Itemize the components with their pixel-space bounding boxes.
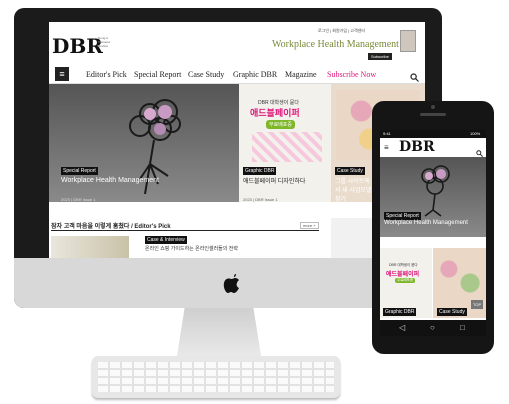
desktop-logo-sub: Dong-A Business Review	[98, 36, 111, 48]
hero-mid-title[interactable]: 애드블페이퍼 디자인하다	[243, 176, 327, 185]
phone-logo[interactable]: DBR	[399, 139, 435, 155]
hero-mid-category: Graphic DBR	[243, 167, 277, 175]
phone-mid-top: DBR 대학생이 묻다	[389, 263, 418, 267]
nav-case-study[interactable]: Case Study	[188, 70, 224, 79]
feature-thumbnail[interactable]	[51, 236, 129, 258]
phone-speaker	[420, 113, 446, 116]
hero-right-category: Case Study	[335, 167, 365, 175]
hero-left-category: Special Report	[61, 167, 98, 175]
nav-editors-pick[interactable]: Editor's Pick	[86, 70, 127, 79]
hero-mid-meta: 2023 | DBR Issue 1	[243, 197, 278, 202]
phone-cat-graphic: Graphic DBR	[383, 308, 417, 316]
phone-status-time: 9:41	[383, 131, 391, 136]
home-icon[interactable]: ○	[430, 323, 435, 332]
banner-title: Workplace Health Management	[272, 39, 399, 50]
hero-left-title[interactable]: Workplace Health Management	[61, 177, 159, 184]
feature-category: Case & Interview	[145, 236, 187, 244]
phone-cat-case: Case Study	[437, 308, 467, 316]
section-more-link[interactable]: more +	[300, 222, 319, 229]
phone-hero-art	[405, 158, 465, 218]
nav-magazine[interactable]: Magazine	[285, 70, 317, 79]
phone-mid-headline: 애드블페이퍼	[386, 272, 420, 278]
hero-mid-top: DBR 대학생이 묻다	[258, 100, 299, 106]
recents-icon[interactable]: □	[460, 323, 465, 332]
banner-magazine-thumb	[400, 30, 416, 52]
search-icon[interactable]	[410, 69, 419, 82]
nav-graphic-dbr[interactable]: Graphic DBR	[233, 70, 277, 79]
phone-camera	[431, 105, 435, 109]
phone-hero-title[interactable]: Workplace Health Management	[384, 220, 480, 226]
feature-title[interactable]: 온라인 쇼핑 가이드하는 온라인셀러들의 전략	[145, 245, 238, 252]
imac-stand	[176, 308, 262, 362]
phone-top-button[interactable]: TOP	[471, 300, 484, 309]
hero-mid-badge: 무료배포중	[266, 120, 296, 129]
keyboard-key-rows	[98, 362, 334, 392]
hero-left-meta: 2023 | DBR Issue 1	[61, 197, 96, 202]
hero-mid-headline: 애드블페이퍼	[250, 108, 300, 118]
back-icon[interactable]: ◁	[399, 323, 405, 332]
nav-subscribe[interactable]: Subscribe Now	[327, 70, 376, 79]
phone-status-battery: 100%	[470, 131, 481, 136]
phone-hero-category: Special Report	[384, 212, 421, 220]
banner-button[interactable]: Subscribe	[368, 53, 392, 60]
hero-art-image	[110, 84, 200, 202]
nav-special-report[interactable]: Special Report	[134, 70, 181, 79]
desktop-top-links[interactable]: 로그인 | 회원가입 | 고객센터	[318, 28, 365, 34]
menu-icon[interactable]: ≡	[55, 67, 69, 81]
phone-mid-badge: 무료배포중	[395, 278, 416, 283]
section-divider	[51, 230, 319, 231]
hero-mid-illustration	[252, 132, 322, 162]
phone-search-icon[interactable]	[476, 144, 483, 157]
desktop-logo[interactable]: DBR	[52, 34, 103, 58]
hero-right-title[interactable]: 그룹 사이트에서 새 사업모델 찾기	[335, 176, 375, 203]
phone-menu-icon[interactable]: ≡	[384, 143, 389, 152]
section-title: 잠자 고객 마음을 이렇게 훔쳤다 / Editor's Pick	[51, 224, 171, 230]
apple-logo-icon	[222, 274, 240, 294]
